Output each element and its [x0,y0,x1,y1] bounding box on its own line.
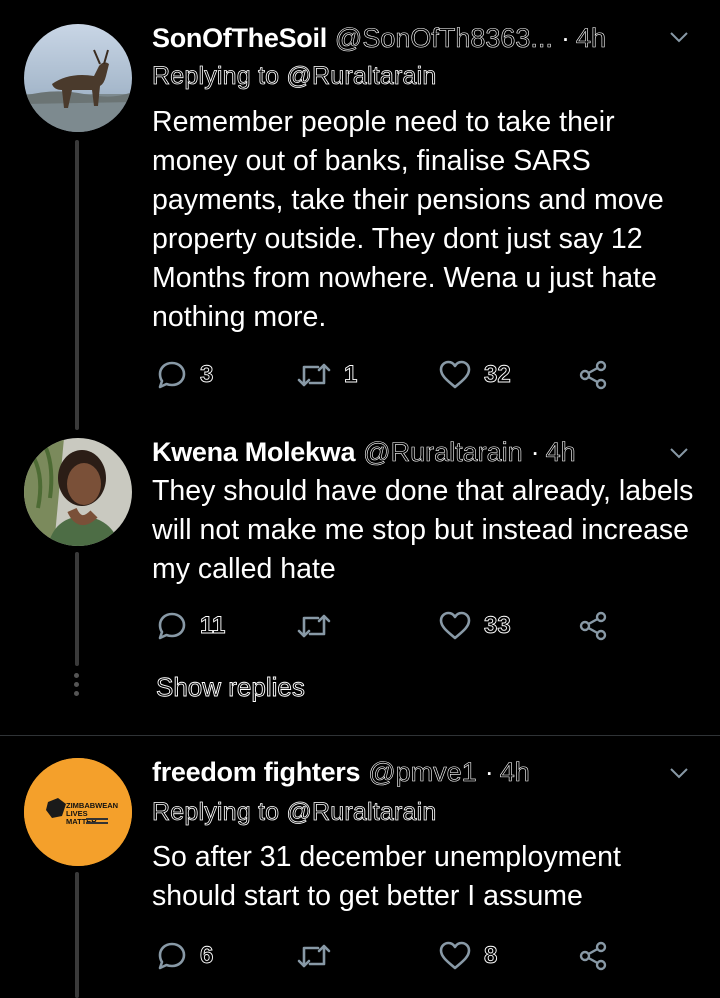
reply-icon [158,361,186,389]
retweet-icon [297,614,331,638]
share-icon [579,941,607,971]
tweet-header: Kwena Molekwa @Ruraltarain · 4h [152,432,700,472]
tweet-3[interactable]: ZIMBABWEAN LIVES MATTER freedom fighters… [0,736,720,998]
person-avatar-icon[interactable] [24,438,132,546]
tweet-text: Remember people need to take their money… [152,106,664,333]
tweet-actions: 3 1 32 [152,355,622,395]
display-name[interactable]: Kwena Molekwa [152,437,355,468]
replying-to[interactable]: Replying to @Ruraltarain [152,798,437,827]
reply-icon [158,612,186,640]
tweet-header: freedom fighters @pmve1 · 4h [152,752,700,792]
thread-line [75,140,79,430]
tweet-text: So after 31 december unemployment should… [152,841,621,912]
user-handle[interactable]: @pmve1 [368,756,477,788]
more-dots-icon [74,673,80,700]
like-button[interactable]: 32 [438,355,511,395]
tweet-actions: 11 33 [152,606,622,646]
share-icon [579,360,607,390]
timestamp[interactable]: 4h [545,436,576,468]
retweet-button[interactable] [296,606,344,646]
separator-dot: · [560,22,570,53]
reply-count: 11 [200,612,226,640]
tweet-header: SonOfTheSoil @SonOfTh8363... · 4h [152,18,700,58]
like-count: 8 [484,942,498,970]
logo-avatar-icon[interactable]: ZIMBABWEAN LIVES MATTER [24,758,132,866]
chevron-down-icon[interactable] [668,762,690,784]
replying-to[interactable]: Replying to @Ruraltarain [152,62,437,91]
tweet-1[interactable]: SonOfTheSoil @SonOfTh8363... · 4h Replyi… [0,0,720,430]
user-handle[interactable]: @SonOfTh8363... [335,22,554,54]
chevron-down-icon[interactable] [668,442,690,464]
thread-line [75,872,79,998]
reply-button[interactable]: 11 [156,606,226,646]
tweet-text: They should have done that already, labe… [152,475,694,585]
like-button[interactable]: 8 [438,936,498,976]
reply-count: 6 [200,942,214,970]
user-handle[interactable]: @Ruraltarain [363,436,523,468]
display-name[interactable]: freedom fighters [152,757,361,788]
like-count: 32 [484,361,512,389]
heart-icon [439,360,471,389]
reply-button[interactable]: 6 [156,936,214,976]
heart-icon [439,941,471,970]
reply-icon [158,942,186,970]
timestamp[interactable]: 4h [576,22,607,54]
heart-icon [439,611,471,640]
retweet-button[interactable] [296,936,344,976]
share-icon [579,611,607,641]
like-count: 33 [484,612,512,640]
tweet-2[interactable]: Kwena Molekwa @Ruraltarain · 4h They sho… [0,430,720,735]
share-button[interactable] [578,355,610,395]
goat-avatar-icon[interactable] [24,24,132,132]
like-button[interactable]: 33 [438,606,511,646]
retweet-icon [297,363,331,387]
separator-dot: · [530,436,540,467]
share-button[interactable] [578,606,610,646]
retweet-count: 1 [344,361,358,389]
reply-count: 3 [200,361,214,389]
thread-line [75,552,79,666]
tweet-actions: 6 8 [152,936,622,976]
reply-button[interactable]: 3 [156,355,214,395]
display-name[interactable]: SonOfTheSoil [152,23,327,54]
timestamp[interactable]: 4h [499,756,530,788]
retweet-button[interactable]: 1 [296,355,358,395]
share-button[interactable] [578,936,610,976]
retweet-icon [297,944,331,968]
show-replies-link[interactable]: Show replies [156,672,306,703]
chevron-down-icon[interactable] [668,26,690,48]
separator-dot: · [484,756,494,787]
